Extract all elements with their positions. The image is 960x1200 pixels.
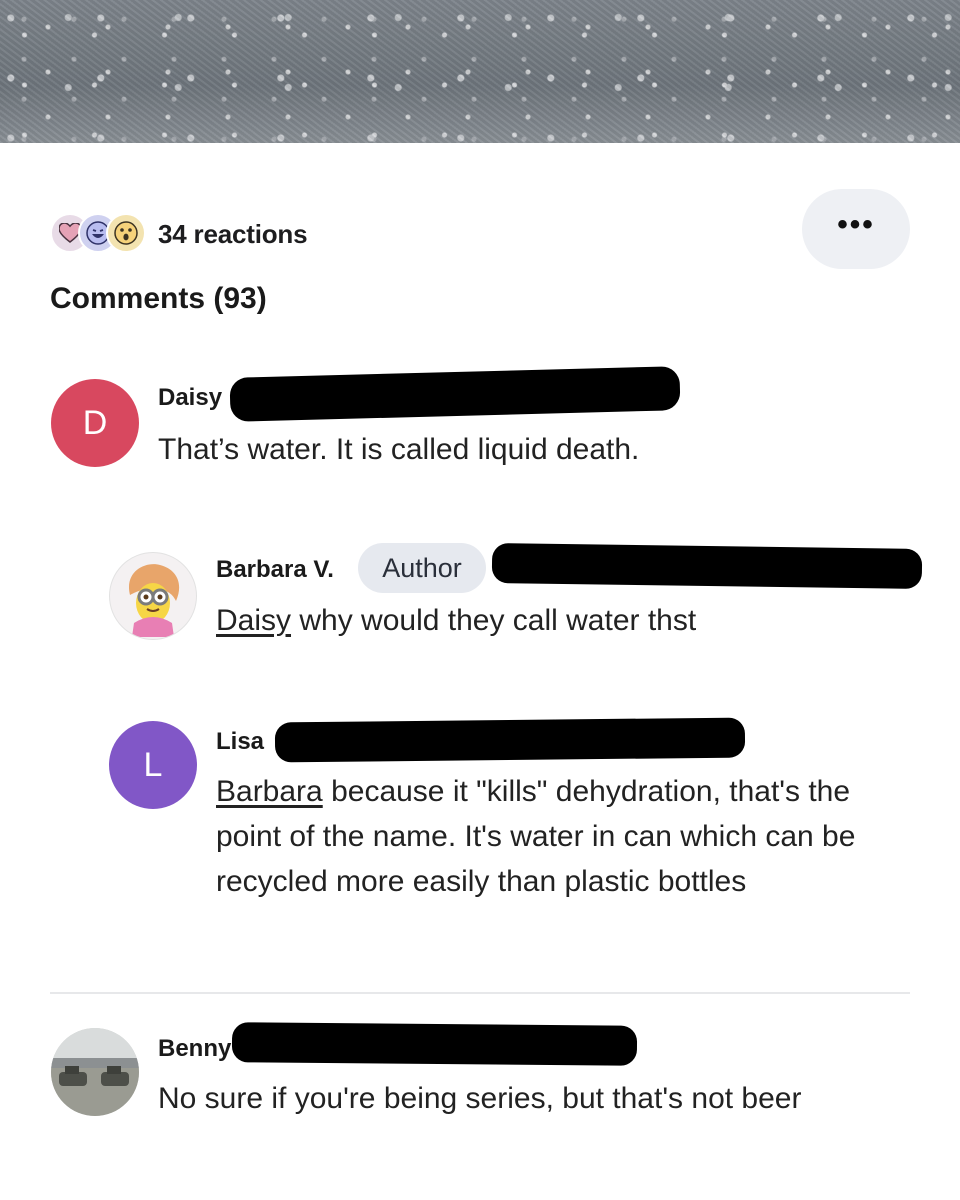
- commenter-name[interactable]: Barbara V.: [216, 556, 334, 584]
- avatar[interactable]: [109, 552, 197, 640]
- post-photo: [0, 0, 960, 143]
- comment-divider: [50, 992, 910, 994]
- comment-text: Daisy why would they call water thst: [216, 598, 916, 643]
- redaction-mark: [274, 717, 746, 763]
- comment-text: No sure if you're being series, but that…: [158, 1082, 802, 1115]
- mention-link[interactable]: Daisy: [216, 604, 291, 637]
- comment-text: Barbara because it "kills" dehydration, …: [216, 769, 916, 904]
- reactions-summary[interactable]: 34 reactions: [50, 210, 308, 258]
- commenter-name[interactable]: Benny: [158, 1035, 231, 1063]
- more-options-button[interactable]: •••: [802, 189, 910, 269]
- avatar[interactable]: L: [109, 721, 197, 809]
- wow-reaction-icon: [106, 213, 146, 253]
- redaction-mark: [491, 543, 923, 589]
- redaction-mark: [229, 366, 681, 422]
- avatar[interactable]: [51, 1028, 139, 1116]
- commenter-name[interactable]: Daisy: [158, 384, 222, 412]
- comment-text-content: why would they call water thst: [291, 604, 697, 637]
- tanks-photo-avatar-icon: [51, 1028, 139, 1116]
- reaction-count: 34 reactions: [158, 218, 308, 249]
- avatar-initial: D: [82, 403, 108, 442]
- minion-avatar-icon: [128, 564, 180, 637]
- mention-link[interactable]: Barbara: [216, 775, 323, 808]
- author-badge: Author: [358, 543, 486, 593]
- comments-heading: Comments (93): [50, 282, 267, 315]
- avatar[interactable]: D: [51, 379, 139, 467]
- comment-text: That’s water. It is called liquid death.: [158, 433, 640, 466]
- redaction-mark: [231, 1022, 638, 1066]
- commenter-name[interactable]: Lisa: [216, 728, 264, 756]
- reaction-icons: [50, 211, 150, 257]
- avatar-initial: L: [143, 745, 163, 784]
- ellipsis-icon: •••: [837, 208, 875, 241]
